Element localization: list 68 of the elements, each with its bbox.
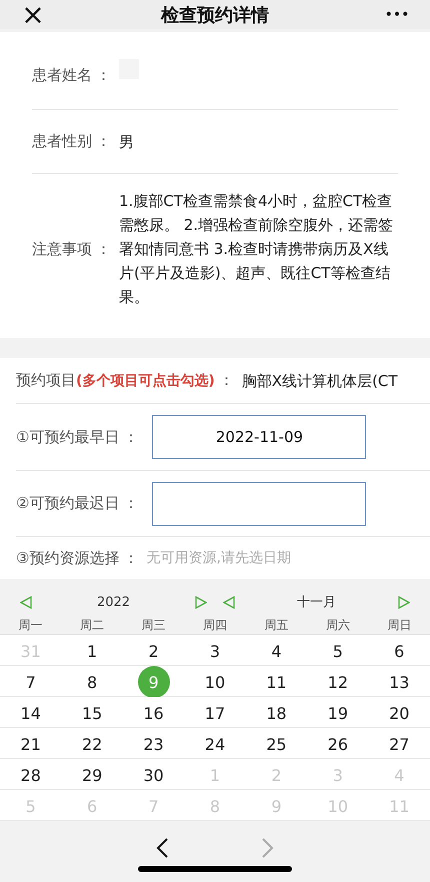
calendar-day[interactable]: 10 bbox=[198, 666, 231, 698]
calendar-day[interactable]: 1 bbox=[76, 635, 108, 667]
calendar-day[interactable]: 20 bbox=[383, 697, 416, 729]
calendar-day[interactable]: 5 bbox=[322, 635, 354, 667]
colon: ： bbox=[123, 494, 138, 513]
calendar-day[interactable]: 21 bbox=[14, 728, 47, 760]
weekday-label: 周日 bbox=[386, 617, 412, 634]
resource-value: 无可用资源,请先选日期 bbox=[146, 549, 291, 567]
field-label: 预约项目 bbox=[16, 371, 76, 390]
calendar-day[interactable]: 18 bbox=[260, 697, 292, 729]
triangle-left-icon bbox=[223, 596, 235, 608]
hint-text: (多个项目可点击勾选) bbox=[76, 372, 215, 390]
triangle-right-icon bbox=[398, 596, 410, 608]
calendar-day[interactable]: 4 bbox=[260, 635, 292, 667]
calendar-day[interactable]: 12 bbox=[322, 666, 354, 698]
calendar-day[interactable]: 7 bbox=[14, 666, 47, 698]
calendar-day[interactable]: 30 bbox=[138, 759, 170, 791]
calendar-day[interactable]: 16 bbox=[138, 697, 170, 729]
colon: ： bbox=[218, 371, 234, 390]
colon: ： bbox=[96, 240, 111, 258]
notice-text: 1.腹部CT检查需禁食4小时，盆腔CT检查需憋尿。 2.增强检查前除空腹外，还需签署知情同意书 3.检查时请携带病历及X线片(平片及造影)、超声、既往CT等检查结果。 bbox=[119, 191, 394, 308]
calendar-day[interactable]: 27 bbox=[383, 728, 416, 760]
weekday-label: 周六 bbox=[324, 617, 351, 634]
calendar-day[interactable]: 2 bbox=[138, 635, 170, 667]
calendar-day[interactable]: 14 bbox=[14, 697, 47, 729]
weekday-label: 周四 bbox=[202, 617, 228, 634]
calendar-day[interactable]: 17 bbox=[198, 697, 231, 729]
calendar-day[interactable]: 6 bbox=[383, 635, 416, 667]
year-label: 2022 bbox=[96, 594, 130, 610]
date-field[interactable] bbox=[152, 482, 366, 526]
close-button[interactable]: × bbox=[18, 0, 48, 28]
chevron-right-icon bbox=[261, 837, 275, 859]
calendar-day[interactable]: 3 bbox=[198, 635, 231, 667]
calendar-day[interactable]: 22 bbox=[76, 728, 108, 760]
field-label: 注意事项 bbox=[32, 240, 92, 258]
field-label: ②可预约最迟日 bbox=[16, 494, 120, 513]
chevron-left-icon bbox=[155, 837, 169, 859]
calendar-day[interactable]: 15 bbox=[76, 697, 108, 729]
colon: ： bbox=[96, 66, 111, 85]
page-title: 检查预约详情 bbox=[161, 4, 269, 26]
calendar-day[interactable]: 25 bbox=[260, 728, 292, 760]
calendar-day[interactable]: 23 bbox=[138, 728, 170, 760]
weekday-label: 周三 bbox=[140, 617, 167, 634]
date-field[interactable]: 2022-11-09 bbox=[152, 415, 366, 459]
month-label: 十一月 bbox=[297, 594, 336, 611]
calendar-day[interactable]: 11 bbox=[260, 666, 292, 698]
triangle-left-icon bbox=[20, 596, 32, 608]
colon: ： bbox=[123, 548, 138, 568]
field-value[interactable]: 胸部X线计算机体层(CT bbox=[242, 368, 398, 392]
colon: ： bbox=[123, 428, 138, 446]
calendar-day[interactable]: 13 bbox=[383, 666, 416, 698]
calendar-day[interactable]: 26 bbox=[322, 728, 354, 760]
colon: ： bbox=[96, 132, 111, 151]
field-label: 患者性别 bbox=[32, 132, 92, 151]
calendar-day[interactable]: 8 bbox=[76, 666, 108, 698]
calendar-day[interactable]: 28 bbox=[14, 759, 47, 791]
calendar-day[interactable]: 19 bbox=[322, 697, 354, 729]
weekday-label: 周二 bbox=[79, 617, 106, 634]
weekday-label: 周一 bbox=[18, 617, 44, 634]
calendar-day[interactable]: 29 bbox=[76, 759, 108, 791]
calendar-day[interactable]: 24 bbox=[198, 728, 231, 760]
weekday-label: 周五 bbox=[263, 617, 290, 634]
field-label: ①可预约最早日 bbox=[16, 428, 120, 446]
more-button[interactable]: ••• bbox=[382, 8, 412, 22]
field-label: ③预约资源选择 bbox=[16, 548, 120, 568]
field-value: 男 bbox=[119, 132, 134, 152]
triangle-right-icon bbox=[195, 596, 207, 608]
field-label: 患者姓名 bbox=[32, 66, 92, 85]
